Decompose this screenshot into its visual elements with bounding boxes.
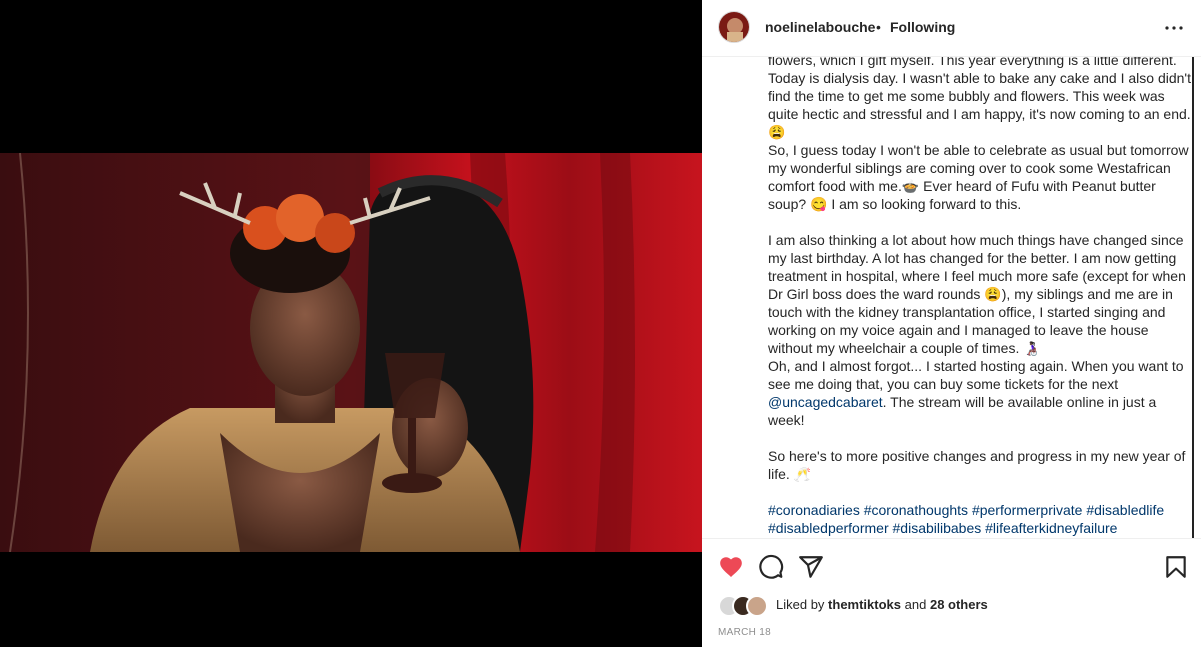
hashtags: #coronadiaries #coronathoughts #performe… — [768, 501, 1192, 537]
caption-paragraph: So, I guess today I won't be able to cel… — [768, 142, 1189, 212]
post-date[interactable]: MARCH 18 — [718, 627, 771, 638]
post-media — [0, 0, 702, 647]
likes-summary: Liked by themtiktoks and 28 others — [718, 595, 1178, 617]
post-header: noelinelabouche • Following — [702, 0, 1201, 57]
hashtag-link[interactable]: #coronathoughts — [864, 502, 968, 518]
separator-dot: • — [876, 19, 881, 35]
caption-paragraph: Oh, and I almost forgot... I started hos… — [768, 358, 1184, 428]
username-link[interactable]: noelinelabouche — [765, 19, 875, 35]
action-bar — [702, 548, 1201, 588]
hashtag-link[interactable]: #disabilibabes — [893, 520, 982, 536]
liked-by-others-link[interactable]: 28 others — [930, 597, 988, 612]
liked-by-user-link[interactable]: themtiktoks — [828, 597, 901, 612]
heart-icon[interactable] — [718, 554, 744, 580]
bookmark-icon[interactable] — [1163, 554, 1189, 580]
hashtag-link[interactable]: #disabledperformer — [768, 520, 889, 536]
comment-icon[interactable] — [758, 554, 784, 580]
following-button[interactable]: Following — [890, 19, 955, 35]
post-detail-panel: noelinelabouche • Following flowers, whi… — [702, 0, 1201, 647]
avatar[interactable] — [718, 11, 750, 43]
mention-link[interactable]: @uncagedcabaret — [768, 394, 883, 410]
post-caption: flowers, which I gift myself. This year … — [768, 57, 1192, 537]
more-options-icon[interactable] — [1162, 18, 1186, 38]
hashtag-link[interactable]: #coronadiaries — [768, 502, 860, 518]
caption-paragraph: flowers, which I gift myself. This year … — [768, 57, 1191, 140]
hashtag-link[interactable]: #performerprivate — [972, 502, 1083, 518]
caption-paragraph: So here's to more positive changes and p… — [768, 448, 1186, 482]
hashtag-link[interactable]: #disabledlife — [1086, 502, 1164, 518]
caption-paragraph: I am also thinking a lot about how much … — [768, 232, 1186, 356]
share-icon[interactable] — [798, 554, 824, 580]
scrollbar[interactable] — [1192, 57, 1194, 538]
post-photo[interactable] — [0, 153, 702, 552]
liked-by-text[interactable]: Liked by themtiktoks and 28 others — [776, 597, 988, 612]
caption-scroll-area[interactable]: flowers, which I gift myself. This year … — [702, 57, 1201, 539]
avatar[interactable] — [746, 595, 768, 617]
hashtag-link[interactable]: #lifeafterkidneyfailure — [985, 520, 1117, 536]
